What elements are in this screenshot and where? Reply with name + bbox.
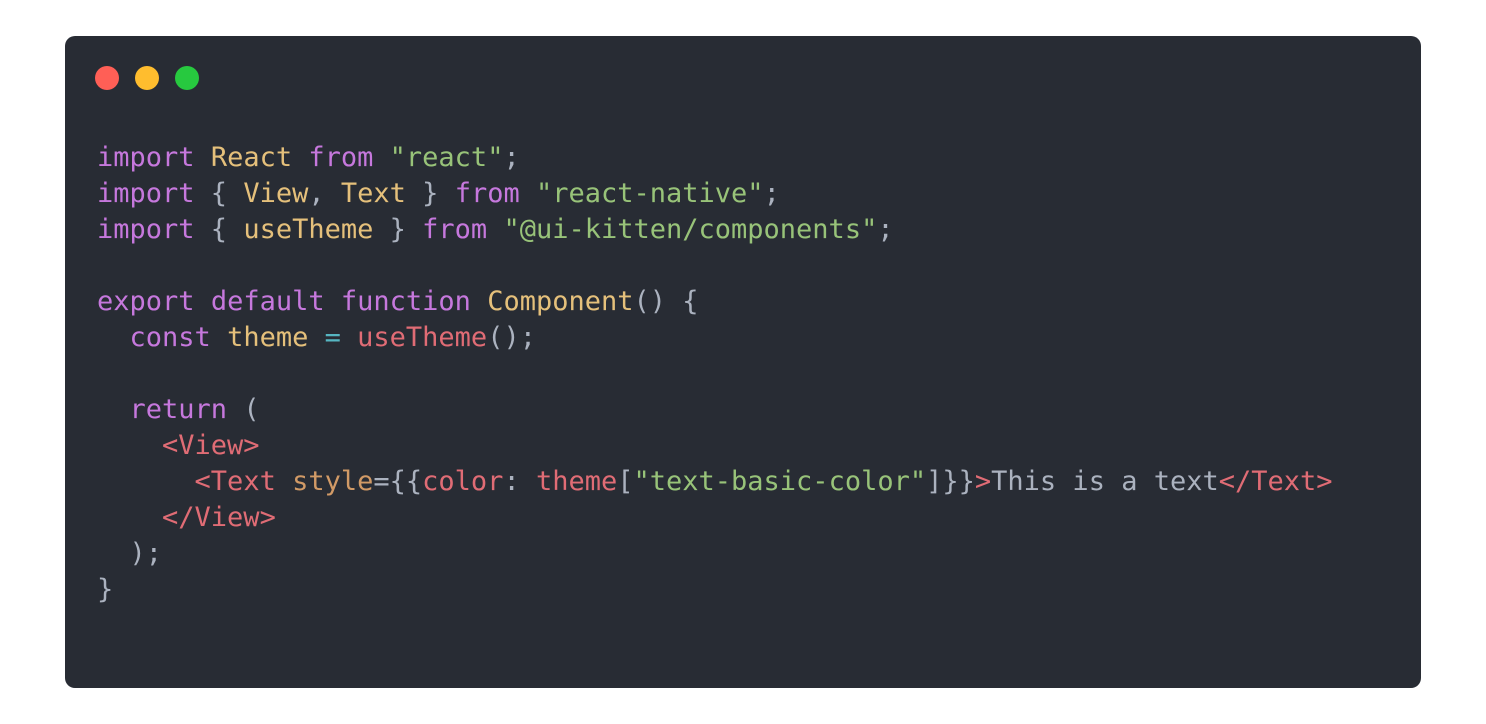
- code-token: useTheme: [357, 322, 488, 353]
- code-token: (: [227, 394, 260, 425]
- code-token: color: [422, 466, 504, 497]
- code-token: default: [210, 286, 325, 317]
- code-token: View: [243, 178, 309, 209]
- code-line: <Text style={{color: theme["text-basic-c…: [97, 464, 1333, 500]
- code-token: Component: [487, 286, 634, 317]
- code-line: import React from "react";: [97, 140, 1333, 176]
- code-token: =: [324, 322, 341, 353]
- code-token: "react": [389, 142, 504, 173]
- code-line: import { useTheme } from "@ui-kitten/com…: [97, 212, 1333, 248]
- code-token: }: [405, 178, 455, 209]
- code-line: }: [97, 572, 1333, 608]
- code-token: export: [97, 286, 195, 317]
- code-token: const: [129, 322, 211, 353]
- code-token: ,: [308, 178, 341, 209]
- code-token: </Text>: [1218, 466, 1333, 497]
- code-token: import: [97, 214, 195, 245]
- code-token: ;: [503, 142, 520, 173]
- code-token: ]}}: [926, 466, 975, 497]
- code-token: <Text: [194, 466, 276, 497]
- code-token: "@ui-kitten/components": [503, 214, 878, 245]
- code-token: import: [97, 142, 195, 173]
- close-dot-icon[interactable]: [95, 66, 119, 90]
- code-token: useTheme: [243, 214, 374, 245]
- code-line: import { View, Text } from "react-native…: [97, 176, 1333, 212]
- code-token: function: [340, 286, 471, 317]
- minimize-dot-icon[interactable]: [135, 66, 159, 90]
- code-token: [: [617, 466, 634, 497]
- code-token: ={{: [373, 466, 423, 497]
- code-token: () {: [633, 286, 699, 317]
- code-token: This is a text: [991, 466, 1219, 497]
- code-line: const theme = useTheme();: [97, 320, 1333, 356]
- code-line: return (: [97, 392, 1333, 428]
- code-token: theme: [227, 322, 309, 353]
- code-block: import React from "react"; import { View,…: [97, 140, 1333, 608]
- code-line: </View>: [97, 500, 1333, 536]
- code-token: Text: [340, 178, 406, 209]
- code-token: {: [194, 178, 244, 209]
- code-token: {: [194, 214, 244, 245]
- code-token: style: [292, 466, 374, 497]
- code-token: from: [422, 214, 488, 245]
- code-token: );: [97, 538, 163, 569]
- code-token: ();: [487, 322, 536, 353]
- code-token: "react-native": [535, 178, 764, 209]
- code-token: <View>: [162, 430, 260, 461]
- code-token: }: [97, 574, 114, 605]
- code-token: :: [503, 466, 536, 497]
- code-token: ;: [877, 214, 894, 245]
- code-token: from: [454, 178, 520, 209]
- code-token: </View>: [162, 502, 276, 533]
- code-token: import: [97, 178, 195, 209]
- code-line: );: [97, 536, 1333, 572]
- code-line: export default function Component() {: [97, 284, 1333, 320]
- code-token: from: [308, 142, 374, 173]
- code-token: ;: [763, 178, 780, 209]
- code-token: }: [373, 214, 423, 245]
- code-token: React: [210, 142, 293, 173]
- zoom-dot-icon[interactable]: [175, 66, 199, 90]
- code-line: <View>: [97, 428, 1333, 464]
- code-token: theme: [535, 466, 618, 497]
- code-window: import React from "react"; import { View,…: [65, 36, 1421, 688]
- code-token: return: [129, 394, 228, 425]
- code-token: >: [974, 466, 992, 497]
- code-token: "text-basic-color": [633, 466, 927, 497]
